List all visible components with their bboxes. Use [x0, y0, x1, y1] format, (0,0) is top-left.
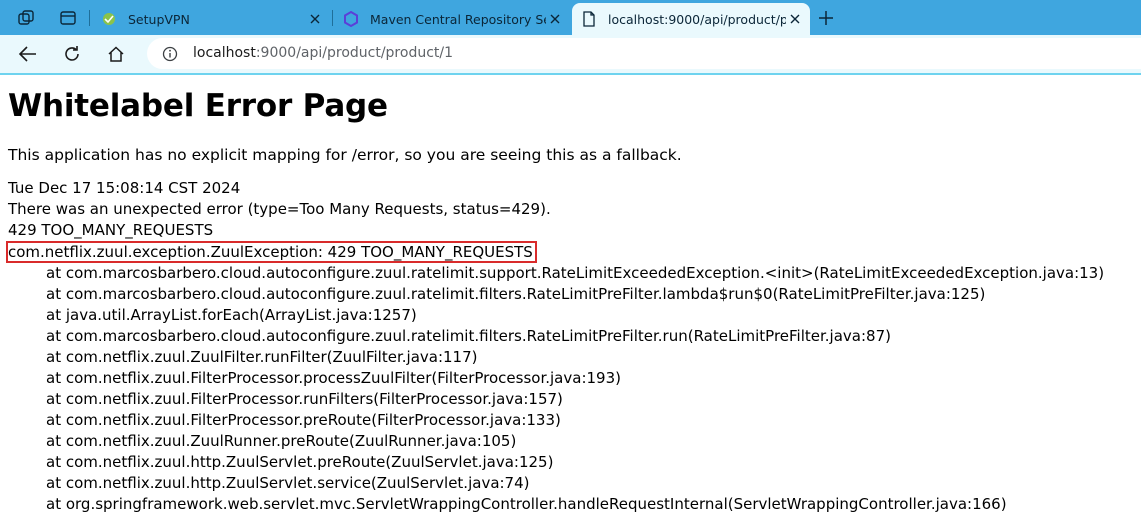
url-path: :9000/api/product/product/1	[255, 45, 454, 61]
tab-actions-icon[interactable]	[58, 8, 78, 28]
stack-trace-line: at com.netflix.zuul.ZuulFilter.runFilter…	[46, 348, 478, 366]
address-bar[interactable]: localhost:9000/api/product/product/1	[147, 38, 1141, 69]
tab-setupvpn[interactable]: SetupVPN	[92, 3, 330, 35]
stack-trace-line: at org.springframework.web.servlet.mvc.S…	[46, 495, 1007, 513]
maven-icon	[342, 10, 360, 28]
exception-highlight: com.netflix.zuul.exception.ZuulException…	[6, 241, 537, 263]
new-tab-icon[interactable]	[816, 8, 836, 28]
toolbar: localhost:9000/api/product/product/1	[0, 35, 1141, 73]
stack-trace-line: at com.netflix.zuul.http.ZuulServlet.ser…	[46, 474, 530, 492]
fallback-message: This application has no explicit mapping…	[8, 146, 682, 164]
page-content: Whitelabel Error Page This application h…	[6, 75, 1138, 515]
stack-trace-line: at com.netflix.zuul.FilterProcessor.proc…	[46, 369, 621, 387]
tab-title: SetupVPN	[128, 11, 190, 27]
stack-trace-line: at com.marcosbarbero.cloud.autoconfigure…	[46, 264, 1105, 282]
tab-localhost-active[interactable]: localhost:9000/api/product/produ	[572, 3, 810, 35]
stack-trace: at com.marcosbarbero.cloud.autoconfigure…	[8, 263, 1138, 515]
error-status: 429 TOO_MANY_REQUESTS	[8, 221, 214, 239]
back-icon[interactable]	[14, 41, 42, 67]
reload-icon[interactable]	[58, 41, 86, 67]
url-host: localhost	[193, 45, 256, 61]
page-icon	[580, 10, 598, 28]
stack-trace-line: at com.netflix.zuul.FilterProcessor.preR…	[46, 411, 561, 429]
home-icon[interactable]	[102, 41, 130, 67]
stack-trace-line: at java.util.ArrayList.forEach(ArrayList…	[46, 306, 417, 324]
stack-trace-line: at com.netflix.zuul.http.ZuulServlet.pre…	[46, 453, 554, 471]
error-details: Tue Dec 17 15:08:14 CST 2024 There was a…	[6, 178, 1138, 515]
workspaces-icon[interactable]	[16, 8, 36, 28]
error-timestamp: Tue Dec 17 15:08:14 CST 2024	[8, 179, 241, 197]
setupvpn-icon	[100, 10, 118, 28]
site-info-icon[interactable]	[161, 45, 179, 63]
stack-trace-line: at com.netflix.zuul.ZuulRunner.preRoute(…	[46, 432, 517, 450]
tab-title: Maven Central Repository Search	[370, 11, 546, 27]
stack-trace-line: at com.marcosbarbero.cloud.autoconfigure…	[46, 285, 986, 303]
url-text: localhost:9000/api/product/product/1	[193, 45, 453, 61]
close-tab-icon[interactable]	[546, 10, 564, 28]
tab-maven-central[interactable]: Maven Central Repository Search	[334, 3, 570, 35]
page-title: Whitelabel Error Page	[8, 88, 388, 124]
close-tab-icon[interactable]	[786, 10, 804, 28]
stack-trace-line: at com.netflix.zuul.FilterProcessor.runF…	[46, 390, 563, 408]
error-summary: There was an unexpected error (type=Too …	[8, 200, 551, 218]
tab-title: localhost:9000/api/product/produ	[608, 11, 786, 27]
close-tab-icon[interactable]	[306, 10, 324, 28]
stack-trace-line: at com.marcosbarbero.cloud.autoconfigure…	[46, 327, 891, 345]
tab-strip: SetupVPN Maven Central Repository Search…	[0, 0, 1141, 35]
